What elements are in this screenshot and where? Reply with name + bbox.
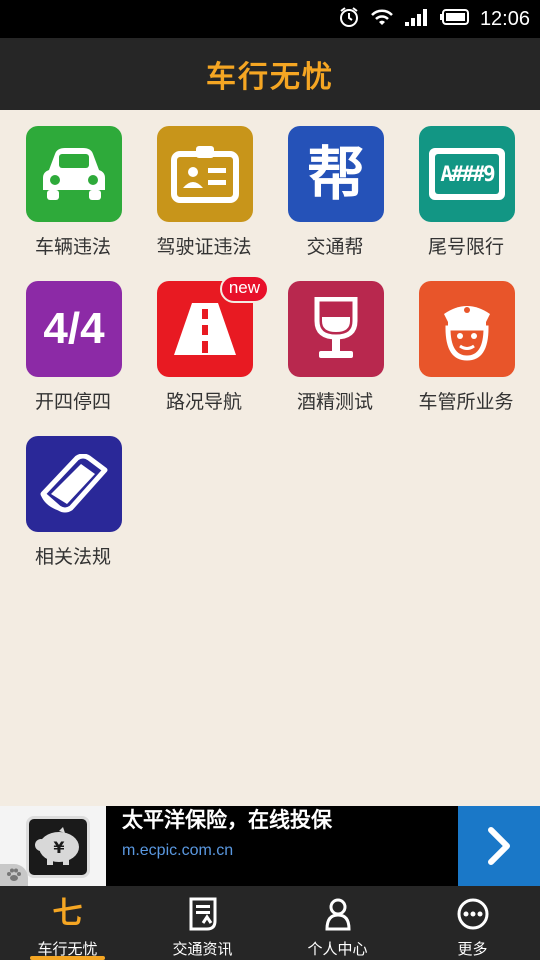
- help-char-icon: 帮: [288, 126, 384, 222]
- tab-more[interactable]: 更多: [405, 886, 540, 960]
- tile-label: 开四停四: [34, 391, 111, 413]
- wine-icon: [288, 281, 384, 377]
- tab-traffic-news[interactable]: 交通资讯: [135, 886, 270, 960]
- four-four-icon: 4/4: [26, 281, 122, 377]
- tile-four-four[interactable]: 4/4 开四停四: [8, 265, 138, 415]
- clock-time: 12:06: [479, 7, 530, 30]
- tile-license-violation[interactable]: 驾驶证违法: [139, 110, 269, 260]
- tile-road-navigation[interactable]: new 路况导航: [139, 265, 269, 415]
- wifi-icon: [370, 7, 394, 31]
- tab-home[interactable]: 七 车行无忧: [0, 886, 135, 960]
- svg-text:¥: ¥: [53, 838, 64, 857]
- ad-thumbnail: ¥: [0, 806, 106, 886]
- plate-icon: A###9: [419, 126, 515, 222]
- car-icon: [26, 126, 122, 222]
- tab-label: 个人中心: [307, 940, 368, 958]
- tile-label: 尾号限行: [427, 236, 504, 258]
- ad-banner[interactable]: ¥ 太平洋保险，在线投保 m.ecpic.com.cn: [0, 806, 540, 886]
- app-header: 车行无忧: [0, 38, 540, 110]
- tab-label: 交通资讯: [172, 940, 233, 958]
- status-bar: 12:06: [0, 0, 540, 38]
- tile-traffic-help[interactable]: 帮 交通帮: [270, 110, 400, 260]
- tile-label: 驾驶证违法: [156, 236, 252, 258]
- ad-go-button[interactable]: [458, 806, 540, 886]
- tile-regulations[interactable]: 相关法规: [8, 420, 138, 570]
- road-icon: new: [157, 275, 269, 377]
- tile-vehicle-violation[interactable]: 车辆违法: [8, 110, 138, 260]
- page-title: 车行无忧: [206, 60, 334, 95]
- tab-label: 更多: [457, 940, 488, 958]
- person-icon: [318, 896, 358, 932]
- new-badge: new: [219, 275, 269, 303]
- home-logo-icon: 七: [52, 896, 83, 931]
- chevron-right-icon: [488, 827, 510, 865]
- bottom-tab-bar: 七 车行无忧 交通资讯 个人中心 更多: [0, 886, 540, 960]
- battery-icon: [439, 8, 470, 30]
- tile-label: 酒精测试: [296, 391, 373, 413]
- police-icon: [419, 281, 515, 377]
- tab-label: 车行无忧: [37, 940, 98, 958]
- tile-alcohol-test[interactable]: 酒精测试: [270, 265, 400, 415]
- book-icon: [26, 436, 122, 532]
- tile-label: 车管所业务: [418, 391, 514, 413]
- more-icon: [453, 896, 493, 932]
- tile-dmv-services[interactable]: 车管所业务: [401, 265, 531, 415]
- alarm-icon: [338, 6, 360, 32]
- tile-plate-restriction[interactable]: A###9 尾号限行: [401, 110, 531, 260]
- license-icon: [157, 126, 253, 222]
- ad-headline: 太平洋保险，在线投保: [122, 808, 332, 832]
- tab-profile[interactable]: 个人中心: [270, 886, 405, 960]
- paw-icon: [0, 864, 28, 886]
- tile-label: 路况导航: [165, 391, 242, 413]
- tile-label: 相关法规: [34, 546, 111, 568]
- signal-icon: [404, 7, 430, 31]
- piggy-bank-icon: ¥: [26, 816, 90, 878]
- tile-label: 车辆违法: [34, 236, 111, 258]
- tile-label: 交通帮: [306, 236, 364, 258]
- news-icon: [183, 896, 223, 932]
- ad-url: m.ecpic.com.cn: [122, 842, 234, 859]
